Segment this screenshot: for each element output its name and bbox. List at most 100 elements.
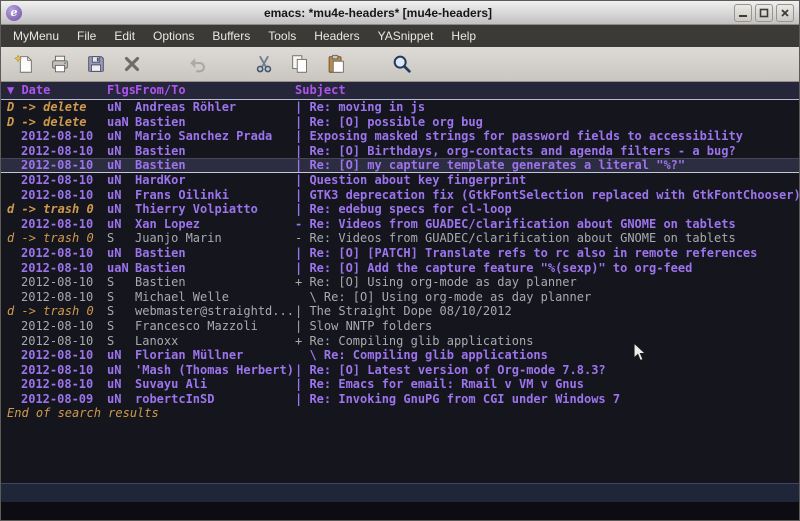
cell-from: Bastien	[135, 275, 295, 290]
cell-from: Andreas Röhler	[135, 100, 295, 115]
close-buffer-button[interactable]	[117, 50, 147, 78]
table-row[interactable]: 2012-08-10uNBastien| Re: [O] [PATCH] Tra…	[1, 246, 799, 261]
table-row[interactable]: 2012-08-10SBastien+ Re: [O] Using org-mo…	[1, 275, 799, 290]
print-icon	[49, 53, 71, 75]
cell-from: Bastien	[135, 261, 295, 276]
cell-date: 2012-08-10	[1, 319, 107, 334]
table-row[interactable]: 2012-08-09uNrobertcInSD| Re: Invoking Gn…	[1, 392, 799, 407]
table-row[interactable]: 2012-08-10uaNBastien| Re: [O] Add the ca…	[1, 261, 799, 276]
menu-options[interactable]: Options	[144, 26, 203, 46]
table-row[interactable]: 2012-08-10uNSuvayu Ali| Re: Emacs for em…	[1, 377, 799, 392]
table-row[interactable]: 2012-08-10SMichael Welle \ Re: [O] Using…	[1, 290, 799, 305]
cell-from: Bastien	[135, 158, 295, 173]
cell-subject: | Re: [O] Add the capture feature "%(sex…	[295, 261, 799, 276]
cut-button[interactable]	[249, 50, 279, 78]
cell-subject: | Re: [O] possible org bug	[295, 115, 799, 130]
paste-button[interactable]	[321, 50, 351, 78]
column-from[interactable]: From/To	[135, 82, 295, 99]
emacs-window: e emacs: *mu4e-headers* [mu4e-headers] M…	[0, 0, 800, 521]
header-line: ▼ Date Flgs From/To Subject	[1, 82, 799, 100]
menu-yasnippet[interactable]: YASnippet	[369, 26, 443, 46]
close-button[interactable]	[776, 4, 794, 22]
cell-date: d -> trash 0	[1, 231, 107, 246]
cell-from: Frans Oilinki	[135, 188, 295, 203]
minimize-button[interactable]	[734, 4, 752, 22]
save-button[interactable]	[81, 50, 111, 78]
maximize-button[interactable]	[755, 4, 773, 22]
menu-bar: MyMenu File Edit Options Buffers Tools H…	[1, 25, 799, 47]
menu-edit[interactable]: Edit	[105, 26, 144, 46]
cell-subject: | Exposing masked strings for password f…	[295, 129, 799, 144]
cell-from: 'Mash (Thomas Herbert)	[135, 363, 295, 378]
search-button[interactable]	[387, 50, 417, 78]
table-row[interactable]: 2012-08-10SLanoxx+ Re: Compiling glib ap…	[1, 334, 799, 349]
minimize-icon	[738, 8, 748, 18]
cell-from: Bastien	[135, 115, 295, 130]
table-row[interactable]: 2012-08-10uNFlorian Müllner \ Re: Compil…	[1, 348, 799, 363]
cell-date: 2012-08-10	[1, 377, 107, 392]
table-row[interactable]: d -> trash 0uNThierry Volpiatto| Re: ede…	[1, 202, 799, 217]
headers-buffer[interactable]: ▼ Date Flgs From/To Subject D -> deleteu…	[1, 82, 799, 483]
table-row[interactable]: 2012-08-10uNBastien| Re: [O] my capture …	[1, 158, 799, 173]
paste-clipboard-icon	[325, 53, 347, 75]
table-row[interactable]: d -> trash 0Swebmaster@straightd...| The…	[1, 304, 799, 319]
menu-help[interactable]: Help	[442, 26, 485, 46]
cell-subject: | Slow NNTP folders	[295, 319, 799, 334]
cell-flags: uaN	[107, 261, 135, 276]
cell-flags: uN	[107, 392, 135, 407]
table-row[interactable]: 2012-08-10uNXan Lopez- Re: Videos from G…	[1, 217, 799, 232]
new-file-button[interactable]	[9, 50, 39, 78]
menu-headers[interactable]: Headers	[305, 26, 368, 46]
cell-flags: uN	[107, 246, 135, 261]
cut-scissors-icon	[253, 53, 275, 75]
cell-flags: uN	[107, 377, 135, 392]
table-row[interactable]: 2012-08-10SFrancesco Mazzoli| Slow NNTP …	[1, 319, 799, 334]
print-button[interactable]	[45, 50, 75, 78]
toolbar	[1, 47, 799, 82]
titlebar[interactable]: e emacs: *mu4e-headers* [mu4e-headers]	[1, 1, 799, 25]
cell-subject: | Re: [O] my capture template generates …	[295, 158, 799, 173]
cell-flags: S	[107, 275, 135, 290]
cell-date: 2012-08-10	[1, 129, 107, 144]
save-icon	[85, 53, 107, 75]
cell-subject: + Re: Compiling glib applications	[295, 334, 799, 349]
copy-button[interactable]	[285, 50, 315, 78]
cell-subject: | Re: edebug specs for cl-loop	[295, 202, 799, 217]
table-row[interactable]: 2012-08-10uN'Mash (Thomas Herbert)| Re: …	[1, 363, 799, 378]
cell-subject: | Re: [O] Birthdays, org-contacts and ag…	[295, 144, 799, 159]
menu-buffers[interactable]: Buffers	[203, 26, 259, 46]
column-flags[interactable]: Flgs	[107, 82, 135, 99]
cell-date: 2012-08-10	[1, 290, 107, 305]
cell-subject: | Re: moving in js	[295, 100, 799, 115]
cell-from: Bastien	[135, 144, 295, 159]
cell-from: Bastien	[135, 246, 295, 261]
cell-date: 2012-08-09	[1, 392, 107, 407]
table-row[interactable]: 2012-08-10uNFrans Oilinki| GTK3 deprecat…	[1, 188, 799, 203]
cell-subject: | The Straight Dope 08/10/2012	[295, 304, 799, 319]
menu-file[interactable]: File	[68, 26, 105, 46]
table-row[interactable]: D -> deleteuaNBastien| Re: [O] possible …	[1, 115, 799, 130]
cell-flags: S	[107, 304, 135, 319]
cell-from: Francesco Mazzoli	[135, 319, 295, 334]
menu-mymenu[interactable]: MyMenu	[4, 26, 68, 46]
cell-date: 2012-08-10	[1, 144, 107, 159]
cell-from: robertcInSD	[135, 392, 295, 407]
column-subject[interactable]: Subject	[295, 82, 799, 99]
table-row[interactable]: 2012-08-10uNBastien| Re: [O] Birthdays, …	[1, 144, 799, 159]
table-row[interactable]: 2012-08-10uNMario Sanchez Prada| Exposin…	[1, 129, 799, 144]
cell-flags: uN	[107, 188, 135, 203]
cell-date: d -> trash 0	[1, 202, 107, 217]
minibuffer[interactable]	[1, 502, 799, 520]
column-date[interactable]: ▼ Date	[1, 82, 107, 99]
cell-subject: + Re: [O] Using org-mode as day planner	[295, 275, 799, 290]
cell-subject: \ Re: Compiling glib applications	[295, 348, 799, 363]
cell-flags: uN	[107, 144, 135, 159]
table-row[interactable]: D -> deleteuNAndreas Röhler| Re: moving …	[1, 100, 799, 115]
table-row[interactable]: 2012-08-10uNHardKor| Question about key …	[1, 173, 799, 188]
menu-tools[interactable]: Tools	[259, 26, 305, 46]
cell-flags: uaN	[107, 115, 135, 130]
table-row[interactable]: d -> trash 0SJuanjo Marin- Re: Videos fr…	[1, 231, 799, 246]
cell-date: 2012-08-10	[1, 217, 107, 232]
cell-flags: uN	[107, 129, 135, 144]
cell-flags: uN	[107, 363, 135, 378]
